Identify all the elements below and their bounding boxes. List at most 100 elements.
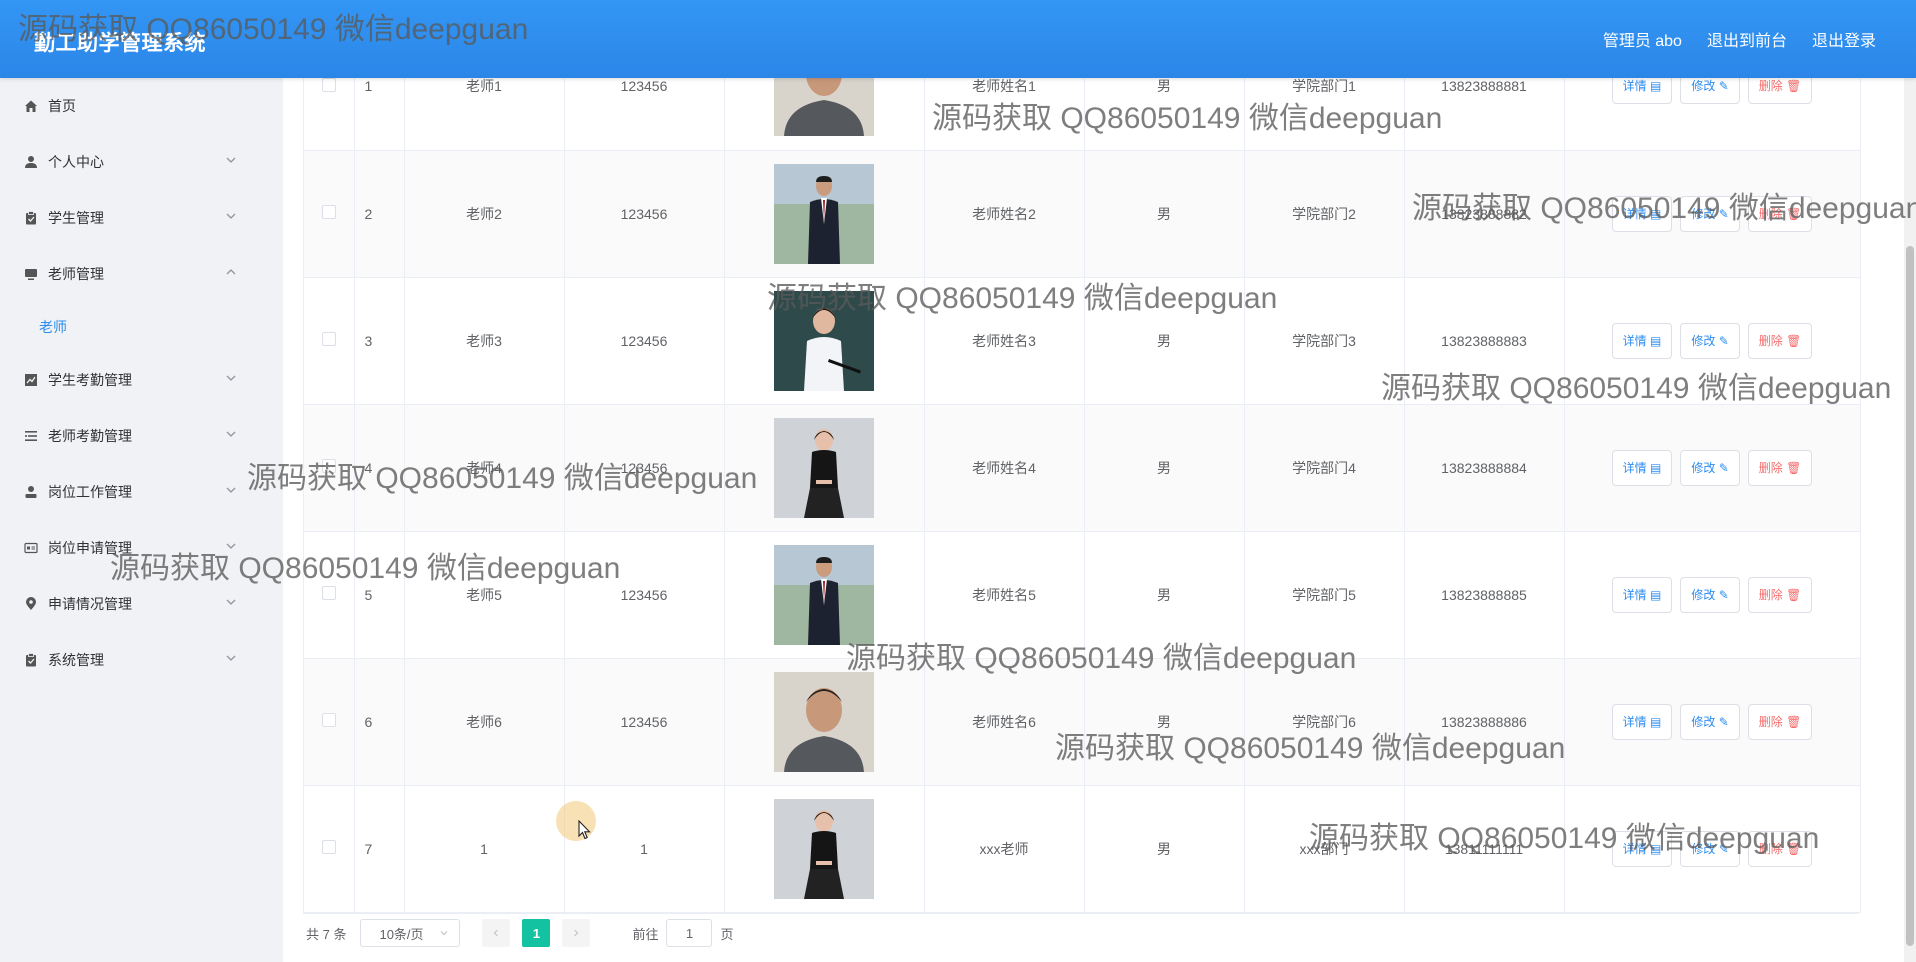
row-checkbox[interactable] (321, 586, 336, 600)
table-row: 2 老师2 123456 老师姓名2 男学院部门2 13823888882 详情 ▤ 修改 ✎… (304, 150, 1861, 278)
sidebar-item-teacher-attendance[interactable]: 老师考勤管理 (0, 408, 283, 464)
row-actions: 详情 ▤ 修改 ✎ 删除 🗑 (1564, 785, 1861, 913)
sidebar-item-system[interactable]: 系统管理 (0, 632, 283, 688)
teacher-name: 老师姓名2 (924, 150, 1085, 278)
row-checkbox-cell (304, 658, 355, 786)
row-index: 6 (354, 658, 405, 786)
teacher-photo (724, 78, 925, 151)
teacher-name: xxx老师 (924, 785, 1085, 913)
trash-icon: 🗑 (1786, 714, 1802, 729)
document-icon: ▤ (1650, 587, 1662, 602)
page-number-button[interactable]: 1 (522, 919, 551, 947)
document-icon: ▤ (1650, 714, 1662, 729)
detail-button-label: 详情 (1622, 206, 1647, 221)
chevron-down-icon (225, 652, 237, 664)
sidebar-item-job-application[interactable]: 岗位申请管理 (0, 520, 283, 576)
row-checkbox[interactable] (321, 78, 336, 92)
delete-button[interactable]: 删除 🗑 (1747, 195, 1813, 232)
teacher-department: 学院部门5 (1244, 531, 1405, 659)
detail-button[interactable]: 详情 ▤ (1611, 449, 1673, 486)
row-checkbox-cell (304, 785, 355, 913)
delete-button[interactable]: 删除 🗑 (1747, 78, 1813, 105)
teacher-account: 老师4 (404, 404, 565, 532)
row-checkbox[interactable] (321, 713, 336, 727)
teacher-department: xxx部门 (1244, 785, 1405, 913)
edit-button[interactable]: 修改 ✎ (1680, 703, 1740, 740)
delete-button[interactable]: 删除 🗑 (1747, 322, 1813, 359)
pencil-icon: ✎ (1718, 714, 1729, 729)
edit-button[interactable]: 修改 ✎ (1680, 576, 1740, 613)
delete-button[interactable]: 删除 🗑 (1747, 449, 1813, 486)
teacher-name: 老师姓名6 (924, 658, 1085, 786)
trash-icon: 🗑 (1786, 841, 1802, 856)
chevron-left-icon (494, 929, 499, 937)
chevron-down-icon (225, 540, 237, 552)
goto-prefix: 前往 (632, 926, 659, 942)
sidebar-item-job-work[interactable]: 岗位工作管理 (0, 464, 283, 520)
teacher-name: 老师姓名1 (924, 78, 1085, 151)
detail-button[interactable]: 详情 ▤ (1611, 195, 1673, 232)
sidebar-item-teachers[interactable]: 老师管理 (0, 246, 283, 302)
delete-button[interactable]: 删除 🗑 (1747, 830, 1813, 867)
teacher-account: 老师2 (404, 150, 565, 278)
user-icon (24, 155, 38, 169)
goto-page-input[interactable]: 1 (666, 919, 713, 947)
detail-button-label: 详情 (1622, 841, 1647, 856)
vertical-scrollbar[interactable] (1904, 78, 1916, 962)
row-index: 2 (354, 150, 405, 278)
chevron-down-icon (225, 210, 237, 222)
row-actions: 详情 ▤ 修改 ✎ 删除 🗑 (1564, 277, 1861, 405)
prev-page-button[interactable] (482, 919, 511, 947)
edit-button-label: 修改 (1691, 587, 1716, 602)
edit-button[interactable]: 修改 ✎ (1680, 195, 1740, 232)
row-checkbox[interactable] (321, 332, 336, 346)
sidebar-item-home[interactable]: 首页 (0, 78, 283, 134)
row-checkbox[interactable] (321, 459, 336, 473)
delete-button[interactable]: 删除 🗑 (1747, 576, 1813, 613)
mouse-cursor-icon (578, 820, 591, 840)
edit-button[interactable]: 修改 ✎ (1680, 322, 1740, 359)
sidebar-item-label: 岗位申请管理 (48, 540, 132, 556)
page-size-select[interactable]: 10条/页 (360, 919, 461, 947)
teacher-gender: 男 (1084, 785, 1245, 913)
pencil-icon: ✎ (1718, 460, 1729, 475)
row-checkbox[interactable] (321, 205, 336, 219)
edit-button[interactable]: 修改 ✎ (1680, 78, 1740, 105)
sidebar-subitem-teacher[interactable]: 老师 (0, 302, 283, 352)
pencil-icon: ✎ (1718, 841, 1729, 856)
person-icon (24, 485, 38, 499)
chevron-right-icon (574, 929, 579, 937)
sidebar-item-profile[interactable]: 个人中心 (0, 134, 283, 190)
list-icon (24, 429, 38, 443)
teacher-phone: 13823888882 (1404, 150, 1565, 278)
sidebar-item-student-attendance[interactable]: 学生考勤管理 (0, 352, 283, 408)
edit-button[interactable]: 修改 ✎ (1680, 449, 1740, 486)
detail-button[interactable]: 详情 ▤ (1611, 830, 1673, 867)
teacher-password: 123456 (564, 277, 725, 405)
pagination: 共 7 条 10条/页 1 前往 1 页 (306, 918, 734, 948)
edit-button[interactable]: 修改 ✎ (1680, 830, 1740, 867)
detail-button[interactable]: 详情 ▤ (1611, 322, 1673, 359)
row-checkbox[interactable] (321, 840, 336, 854)
teacher-account: 老师6 (404, 658, 565, 786)
sidebar-item-application-status[interactable]: 申请情况管理 (0, 576, 283, 632)
delete-button-label: 删除 (1758, 587, 1783, 602)
edit-button-label: 修改 (1691, 714, 1716, 729)
document-icon: ▤ (1650, 841, 1662, 856)
sidebar-item-label: 申请情况管理 (48, 596, 132, 612)
next-page-button[interactable] (562, 919, 591, 947)
edit-button-label: 修改 (1691, 841, 1716, 856)
detail-button[interactable]: 详情 ▤ (1611, 576, 1673, 613)
sidebar-item-students[interactable]: 学生管理 (0, 190, 283, 246)
detail-button[interactable]: 详情 ▤ (1611, 703, 1673, 740)
admin-user-link[interactable]: 管理员 abo (1603, 27, 1682, 51)
teacher-password: 123456 (564, 531, 725, 659)
detail-button[interactable]: 详情 ▤ (1611, 78, 1673, 105)
back-to-front-link[interactable]: 退出到前台 (1707, 27, 1787, 51)
table-row: 4 老师4 123456 老师姓名4 男学院部门4 13823888884 详情 ▤ 修改 ✎… (304, 404, 1861, 532)
teacher-department: 学院部门1 (1244, 78, 1405, 151)
delete-button[interactable]: 删除 🗑 (1747, 703, 1813, 740)
logout-link[interactable]: 退出登录 (1812, 27, 1876, 51)
scrollbar-thumb[interactable] (1906, 246, 1914, 946)
teacher-gender: 男 (1084, 277, 1245, 405)
